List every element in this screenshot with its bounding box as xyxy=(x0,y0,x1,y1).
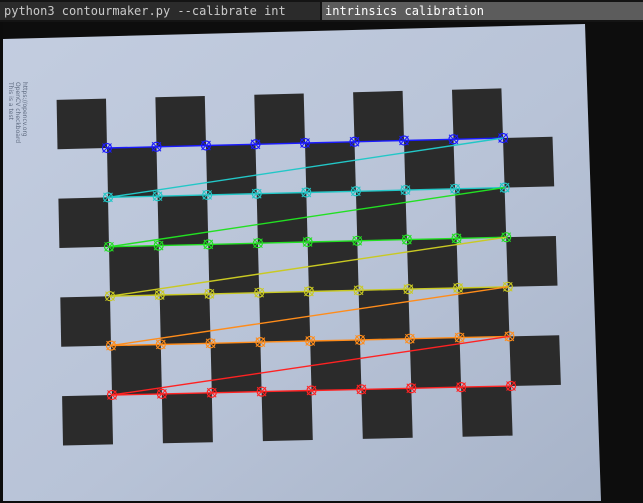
paper-note-line: This is a test xyxy=(7,81,14,121)
checker-square xyxy=(361,388,413,439)
calibration-window-title[interactable]: intrinsics calibration xyxy=(322,2,643,20)
checker-square xyxy=(111,344,162,395)
paper-note-line: https://opencv.org xyxy=(21,82,28,137)
title-bar: python3 contourmaker.py --calibrate int … xyxy=(0,0,643,22)
calibration-image: This is a test OpenCV checkboard https:/… xyxy=(3,22,643,503)
checker-square xyxy=(161,392,213,444)
checker-square xyxy=(107,146,158,198)
checker-square xyxy=(461,386,513,437)
checker-square xyxy=(353,90,404,142)
checker-square xyxy=(208,243,260,294)
checker-square xyxy=(355,190,407,241)
checker-square xyxy=(455,187,507,239)
checker-square xyxy=(109,245,160,297)
checker-square xyxy=(206,144,257,195)
checker-square xyxy=(210,342,262,393)
checker-square xyxy=(62,395,113,446)
checker-square xyxy=(452,88,503,140)
checker-square xyxy=(458,286,510,338)
checker-square xyxy=(60,296,111,347)
checker-square xyxy=(503,136,555,188)
paper-note-line: OpenCV checkboard xyxy=(14,82,21,143)
checker-square xyxy=(254,93,305,145)
checker-square xyxy=(58,197,109,248)
checker-square xyxy=(358,289,410,340)
checker-square xyxy=(509,335,561,386)
checker-square xyxy=(261,390,313,442)
checker-square xyxy=(155,96,206,147)
terminal-window-title[interactable]: python3 contourmaker.py --calibrate int xyxy=(0,2,320,20)
checker-square xyxy=(506,236,558,287)
checker-square xyxy=(56,98,107,150)
camera-view: This is a test OpenCV checkboard https:/… xyxy=(3,22,643,503)
